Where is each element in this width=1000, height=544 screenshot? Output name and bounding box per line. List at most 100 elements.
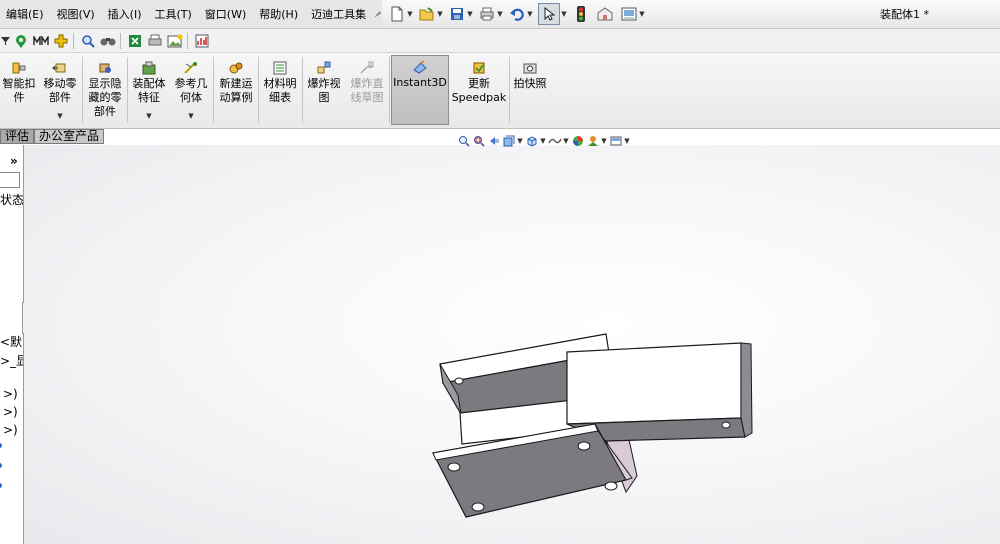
assembly-feature-button[interactable]: 装配体 特征 ▼: [129, 57, 169, 123]
move-component-dropdown-icon[interactable]: ▼: [41, 109, 79, 123]
heads-up-view-toolbar: ▼ ▼ ▼ ▼ ▼: [456, 133, 631, 149]
traffic-light-icon[interactable]: [572, 5, 590, 23]
mates-icon[interactable]: [32, 32, 50, 50]
open-dropdown-icon[interactable]: ▼: [436, 10, 444, 18]
display-style-icon[interactable]: [547, 134, 562, 148]
funnel-icon[interactable]: [0, 32, 10, 50]
update-speedpak-button[interactable]: 更新 Speedpak: [450, 57, 508, 105]
scene-dropdown-icon[interactable]: ▼: [600, 137, 608, 145]
menu-edit[interactable]: 编辑(E): [0, 6, 51, 22]
pin-icon[interactable]: [375, 8, 382, 20]
separator: [120, 32, 121, 49]
snapshot-icon: [523, 63, 537, 74]
print-dropdown-icon[interactable]: ▼: [496, 10, 504, 18]
view-orientation-icon[interactable]: [524, 134, 539, 148]
open-folder-icon[interactable]: [418, 5, 436, 23]
apply-scene-icon[interactable]: [585, 134, 600, 148]
zoom-area-icon[interactable]: [471, 134, 486, 148]
bom-label: 材料明 细表: [263, 77, 297, 104]
ribbon-separator: [302, 57, 303, 123]
print-icon[interactable]: [478, 5, 496, 23]
filter-input[interactable]: [0, 172, 20, 188]
excel-icon[interactable]: [126, 32, 144, 50]
default-config-label[interactable]: <默: [0, 333, 22, 350]
move-component-icon: [52, 63, 66, 73]
menu-view[interactable]: 视图(V): [51, 6, 102, 22]
reference-geometry-dropdown-icon[interactable]: ▼: [171, 109, 211, 123]
move-component-button[interactable]: 移动零 部件 ▼: [41, 57, 79, 123]
instant3d-button[interactable]: Instant3D: [391, 55, 449, 125]
section-view-icon[interactable]: [501, 134, 516, 148]
ribbon-separator: [82, 57, 83, 123]
binoculars-icon[interactable]: [99, 32, 117, 50]
explode-line-sketch-label: 爆炸直 线草图: [350, 77, 384, 104]
orientation-dropdown-icon[interactable]: ▼: [539, 137, 547, 145]
save-icon[interactable]: [448, 5, 466, 23]
tab-evaluate[interactable]: 评估: [0, 129, 35, 144]
assembly-feature-dropdown-icon[interactable]: ▼: [129, 109, 169, 123]
save-dropdown-icon[interactable]: ▼: [466, 10, 474, 18]
instant3d-icon: [413, 60, 427, 74]
tree-row[interactable]: >): [3, 387, 18, 401]
ribbon-separator: [509, 57, 510, 123]
new-dropdown-icon[interactable]: ▼: [406, 10, 414, 18]
explode-line-sketch-icon: [360, 61, 374, 74]
secondary-toolbar: [0, 29, 1000, 53]
select-dropdown-icon[interactable]: ▼: [560, 10, 568, 18]
menu-insert[interactable]: 插入(I): [102, 6, 149, 22]
quick-access-toolbar: ▼ ▼ ▼ ▼ ▼ ▼ ▼: [388, 3, 650, 25]
reference-geometry-label: 参考几 何体: [174, 77, 208, 104]
image-icon[interactable]: [166, 32, 184, 50]
new-document-icon[interactable]: [388, 5, 406, 23]
green-location-icon[interactable]: [12, 32, 30, 50]
assembly-model[interactable]: [24, 145, 1000, 544]
view-panel-icon[interactable]: [620, 5, 638, 23]
snapshot-button[interactable]: 拍快照: [511, 57, 549, 91]
smart-fastener-button[interactable]: 智能扣件: [0, 57, 38, 105]
zoom-to-fit-icon[interactable]: [456, 134, 471, 148]
reference-geometry-button[interactable]: 参考几 何体 ▼: [171, 57, 211, 123]
chart-icon[interactable]: [193, 32, 211, 50]
undo-icon[interactable]: [508, 5, 526, 23]
tree-row[interactable]: >): [3, 423, 18, 437]
command-manager: 智能扣件 移动零 部件 ▼ 显示隐 藏的零 部件 装配体 特征 ▼ 参考几 何体 ▼ 新建…: [0, 53, 1000, 129]
view-panel-dropdown-icon[interactable]: ▼: [638, 10, 646, 18]
tab-office-products[interactable]: 办公室产品: [34, 129, 105, 144]
command-tabs: 评估 办公室产品: [0, 129, 105, 144]
options-icon[interactable]: [596, 5, 614, 23]
motion-study-label: 新建运 动算例: [219, 77, 253, 104]
menu-tools[interactable]: 工具(T): [148, 6, 198, 22]
reference-geometry-icon: [184, 62, 197, 74]
select-arrow-icon[interactable]: [538, 3, 560, 25]
collapse-panel-icon[interactable]: »: [10, 154, 18, 168]
graphics-viewport[interactable]: [24, 145, 1000, 544]
tree-row[interactable]: >): [3, 405, 18, 419]
search-icon[interactable]: [79, 32, 97, 50]
undo-dropdown-icon[interactable]: ▼: [526, 10, 534, 18]
bom-icon: [273, 61, 287, 75]
tree-marker-icon: [0, 463, 2, 468]
display-state-label[interactable]: >_显: [0, 352, 23, 369]
explode-line-sketch-button[interactable]: 爆炸直 线草图: [346, 57, 388, 105]
document-title: 装配体1 *: [880, 8, 929, 21]
display-dropdown-icon[interactable]: ▼: [562, 137, 570, 145]
settings-dropdown-icon[interactable]: ▼: [623, 137, 631, 145]
menu-window[interactable]: 窗口(W): [199, 6, 253, 22]
view-settings-icon[interactable]: [608, 134, 623, 148]
edit-appearance-icon[interactable]: [570, 134, 585, 148]
menu-help[interactable]: 帮助(H): [253, 6, 305, 22]
plus-icon[interactable]: [52, 32, 70, 50]
show-hidden-components-button[interactable]: 显示隐 藏的零 部件: [85, 57, 125, 119]
speedpak-icon: [473, 62, 485, 74]
new-motion-study-button[interactable]: 新建运 动算例: [215, 57, 257, 105]
exploded-view-button[interactable]: 爆炸视图: [304, 57, 344, 105]
separator: [187, 32, 188, 49]
previous-view-icon[interactable]: [486, 134, 501, 148]
assembly-feature-icon: [142, 61, 156, 75]
printer-icon[interactable]: [146, 32, 164, 50]
section-dropdown-icon[interactable]: ▼: [516, 137, 524, 145]
menu-maidi-tools[interactable]: 迈迪工具集: [305, 6, 373, 22]
ribbon-separator: [213, 57, 214, 123]
move-component-label: 移动零 部件: [43, 77, 77, 104]
bill-of-materials-button[interactable]: 材料明 细表: [260, 57, 300, 105]
